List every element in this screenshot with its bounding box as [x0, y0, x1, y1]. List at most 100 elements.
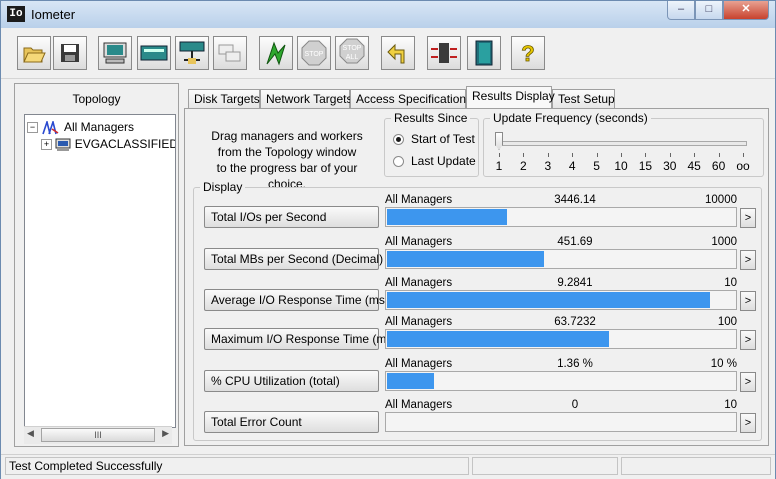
save-config-button[interactable]	[53, 36, 87, 70]
help-icon: ?	[521, 41, 535, 66]
metric-select-button[interactable]: Total Error Count	[204, 411, 379, 433]
stop-all-button[interactable]: STOP ALL	[335, 36, 369, 70]
metric-progress-bar[interactable]	[385, 290, 737, 310]
metric-select-button[interactable]: Maximum I/O Response Time (ms)	[204, 328, 396, 350]
metric-max: 1000	[711, 236, 737, 248]
metric-expand-button[interactable]: >	[740, 372, 756, 392]
metric-expand-button[interactable]: >	[740, 413, 756, 433]
metric-expand-button[interactable]: >	[740, 291, 756, 311]
duplicate-worker-icon	[218, 44, 241, 62]
scroll-left-icon[interactable]: ◀	[27, 428, 34, 439]
iometer-window: Io Iometer – □ ✕ STOP STOP ALL ? Topolog…	[0, 0, 776, 479]
tab-network-targets[interactable]: Network Targets	[260, 89, 352, 108]
metric-source[interactable]: All Managers	[385, 316, 452, 328]
status-panel-2	[472, 457, 618, 475]
minimize-button[interactable]: –	[667, 1, 695, 20]
scroll-right-icon[interactable]: ▶	[162, 428, 169, 439]
tree-item-all-managers[interactable]: − All Managers	[27, 118, 134, 135]
update-frequency-tick	[572, 153, 574, 157]
update-frequency-tick-label: 5	[593, 159, 600, 173]
update-frequency-tick	[547, 153, 549, 157]
metric-expand-button[interactable]: >	[740, 250, 756, 270]
update-frequency-thumb[interactable]	[495, 132, 503, 150]
metric-source[interactable]: All Managers	[385, 277, 452, 289]
start-new-disk-worker-button[interactable]	[137, 36, 171, 70]
update-frequency-tick-label: 30	[663, 159, 677, 173]
metric-header: All Managers 1.36 % 10 %	[385, 358, 737, 372]
metric-source[interactable]: All Managers	[385, 194, 452, 206]
metric-max: 100	[717, 316, 737, 328]
topology-horizontal-scrollbar[interactable]: ◀ III ▶	[24, 426, 172, 444]
metric-header: All Managers 451.69 1000	[385, 236, 737, 250]
tab-test-setup[interactable]: Test Setup	[552, 89, 615, 108]
duplicate-worker-button[interactable]	[213, 36, 247, 70]
radio-start-of-test[interactable]	[393, 134, 404, 145]
metric-source[interactable]: All Managers	[385, 236, 452, 248]
update-frequency-track[interactable]	[495, 141, 747, 146]
start-new-manager-icon	[103, 42, 127, 64]
start-new-network-worker-button[interactable]	[175, 36, 209, 70]
tab-disk-targets[interactable]: Disk Targets	[188, 89, 260, 108]
help-glyph: ?	[521, 41, 534, 66]
update-frequency-tick	[621, 153, 622, 157]
metric-progress-bar[interactable]	[385, 249, 737, 269]
update-frequency-tick	[499, 153, 500, 157]
label-last-update: Last Update	[411, 154, 476, 168]
radio-last-update[interactable]	[393, 156, 404, 167]
metric-source[interactable]: All Managers	[385, 399, 452, 411]
topology-tree[interactable]: − All Managers + EVGACLASSIFIED	[24, 114, 176, 428]
metric-bar-fill	[387, 209, 507, 225]
metric-bar-fill	[387, 373, 434, 389]
metric-progress-bar[interactable]	[385, 329, 737, 349]
metric-select-button[interactable]: Total MBs per Second (Decimal)	[204, 248, 383, 270]
tree-item-manager[interactable]: + EVGACLASSIFIED	[41, 136, 175, 152]
instruction-line: from the Topology window	[217, 145, 357, 159]
stop-test-icon: STOP	[301, 40, 327, 66]
open-config-icon	[23, 47, 46, 63]
update-frequency-label: Update Frequency (seconds)	[490, 111, 651, 125]
metric-max: 10 %	[710, 358, 737, 370]
metric-select-button[interactable]: % CPU Utilization (total)	[204, 370, 379, 392]
metric-expand-button[interactable]: >	[740, 330, 756, 350]
metric-select-button[interactable]: Average I/O Response Time (ms)	[204, 289, 389, 311]
metric-expand-button[interactable]: >	[740, 208, 756, 228]
metric-progress-bar[interactable]	[385, 371, 737, 391]
label-start-of-test: Start of Test	[411, 132, 475, 146]
metric-progress-bar[interactable]	[385, 412, 737, 432]
stop-all-sub-text: ALL	[346, 54, 359, 61]
metric-bar-fill	[387, 251, 544, 267]
close-button[interactable]: ✕	[723, 1, 769, 20]
status-text: Test Completed Successfully	[5, 457, 469, 475]
app-icon: Io	[7, 6, 25, 22]
tab-access-specifications[interactable]: Access Specifications	[350, 89, 472, 108]
exit-door-icon	[475, 40, 493, 66]
expand-icon[interactable]: +	[41, 139, 52, 151]
stop-text: STOP	[305, 51, 324, 58]
tab-results-display[interactable]: Results Display	[466, 86, 555, 108]
start-new-manager-button[interactable]	[98, 36, 132, 70]
maximize-button[interactable]: □	[695, 1, 723, 20]
metric-select-button[interactable]: Total I/Os per Second	[204, 206, 379, 228]
toolbar: STOP STOP ALL ?	[1, 28, 775, 79]
update-frequency-group: Update Frequency (seconds) 1 2 3 4 5 10 15 30 45…	[483, 111, 764, 177]
status-panel-3	[621, 457, 771, 475]
scroll-thumb[interactable]: III	[41, 428, 155, 442]
collapse-icon[interactable]: −	[27, 122, 38, 134]
metric-progress-bar[interactable]	[385, 207, 737, 227]
metric-value: 0	[571, 399, 579, 411]
scroll-grip: III	[94, 430, 102, 440]
stop-test-button[interactable]: STOP	[297, 36, 331, 70]
start-tests-button[interactable]	[259, 36, 293, 70]
update-frequency-tick	[718, 153, 720, 157]
update-frequency-tick-label: 60	[711, 159, 726, 173]
update-frequency-tick	[596, 153, 598, 157]
metric-value: 9.2841	[557, 277, 593, 289]
open-config-button[interactable]	[17, 36, 51, 70]
help-button[interactable]: ?	[511, 36, 545, 70]
metric-bar-fill	[387, 292, 710, 308]
exit-button[interactable]	[427, 36, 461, 70]
metric-source[interactable]: All Managers	[385, 358, 452, 370]
title-bar[interactable]: Io Iometer – □ ✕	[1, 1, 775, 28]
reset-workers-button[interactable]	[381, 36, 415, 70]
exit-door-button[interactable]	[467, 36, 501, 70]
